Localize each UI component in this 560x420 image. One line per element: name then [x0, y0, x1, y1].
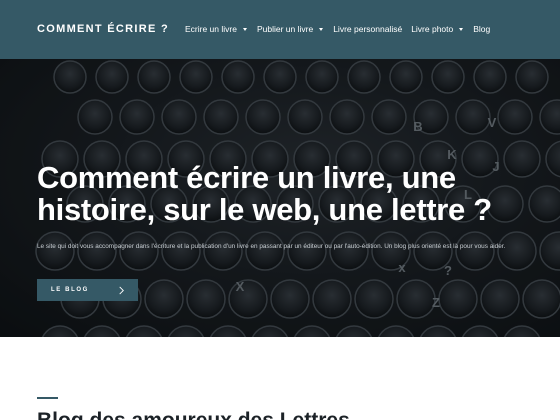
hero-subtitle: Le site qui doit vous accompagner dans l… [37, 243, 506, 250]
nav-item-blog[interactable]: Blog [473, 24, 490, 34]
caret-down-icon [459, 27, 464, 31]
main-nav: Ecrire un livre Publier un livre Livre p… [185, 24, 490, 34]
site-header: COMMENT ÉCRIRE ? Ecrire un livre Publier… [0, 0, 560, 59]
chevron-right-icon [119, 286, 124, 294]
site-logo[interactable]: COMMENT ÉCRIRE ? [37, 23, 169, 35]
nav-item-label: Publier un livre [256, 24, 314, 34]
blog-button[interactable]: LE BLOG [37, 279, 138, 301]
nav-item-livre-personnalise[interactable]: Livre personnalisé [333, 24, 402, 34]
nav-item-label: Livre photo [411, 24, 454, 34]
caret-down-icon [242, 27, 247, 31]
nav-item-label: Ecrire un livre [185, 24, 237, 34]
hero-banner: V B K J L? x Z X Comment écrire un livre, une h… [0, 59, 560, 337]
nav-item-ecrire[interactable]: Ecrire un livre [185, 24, 247, 34]
caret-down-icon [319, 27, 324, 31]
section-divider [37, 397, 58, 399]
section-title: Blog des amoureux des Lettres [37, 409, 537, 420]
nav-item-livre-photo[interactable]: Livre photo [411, 24, 464, 34]
blog-button-label: LE BLOG [51, 287, 89, 293]
hero-title: Comment écrire un livre, une histoire, s… [37, 160, 492, 227]
nav-item-label: Blog [473, 24, 491, 34]
nav-item-publier[interactable]: Publier un livre [256, 24, 324, 34]
nav-item-label: Livre personnalisé [333, 24, 403, 34]
